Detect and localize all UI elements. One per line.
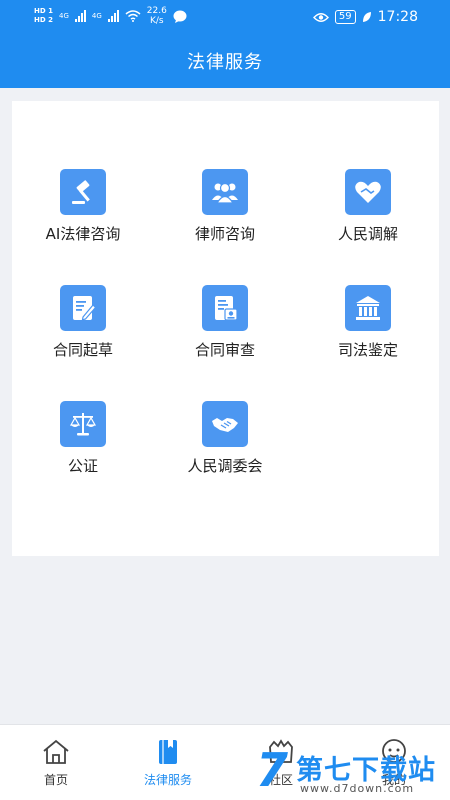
tab-legal-services[interactable]: 法律服务 [112,737,224,788]
network-speed: 22.6 K/s [147,6,167,26]
heart-handshake-icon [345,169,391,215]
hd-indicators: HD 1 HD 2 [34,7,53,25]
speed-value: 22.6 [146,6,167,16]
network2-label: 4G [91,12,102,20]
hd2-label: HD 2 [34,16,53,24]
signal2-icon [107,10,119,22]
wifi-icon [125,10,141,22]
service-lawyer-consult[interactable]: 律师咨询 [154,169,296,259]
speed-unit: K/s [149,16,164,26]
app-header: HD 1 HD 2 4G 4G 22.6 K/s 59 17:28 法律服务 [0,0,450,88]
tab-label: 首页 [43,773,68,787]
watermark-url: www.d7down.com [300,782,415,795]
status-bar: HD 1 HD 2 4G 4G 22.6 K/s 59 17:28 [0,0,450,34]
service-label: 合同审查 [194,341,255,359]
service-label: 司法鉴定 [337,341,398,359]
watermark-seven-icon: 7 [256,743,289,797]
signal1-icon [74,10,86,22]
network1-label: 4G [58,12,69,20]
page-title: 法律服务 [187,52,263,73]
gavel-icon [60,169,106,215]
service-label: 律师咨询 [194,225,255,243]
service-people-mediation[interactable]: 人民调解 [297,169,439,259]
tab-home[interactable]: 首页 [0,737,112,788]
law-book-icon [159,740,177,764]
service-label: AI法律咨询 [45,225,121,243]
service-notarization[interactable]: 公证 [12,401,154,491]
battery-level: 59 [334,10,356,24]
chat-icon [173,10,187,23]
home-icon [43,739,69,764]
handshake-icon [202,401,248,447]
document-edit-icon [60,285,106,331]
service-contract-review[interactable]: 合同审查 [154,285,296,375]
service-judicial-appraisal[interactable]: 司法鉴定 [297,285,439,375]
service-mediation-committee[interactable]: 人民调委会 [154,401,296,491]
service-label: 人民调委会 [187,457,263,475]
hd1-label: HD 1 [34,7,53,15]
services-card: AI法律咨询 律师咨询 人民调解 合同起草 合同审查 司法鉴定 公证 人民调委会 [12,101,439,556]
service-label: 人民调解 [337,225,398,243]
courthouse-icon [345,285,391,331]
clock: 17:28 [377,9,418,25]
service-contract-draft[interactable]: 合同起草 [12,285,154,375]
lawyers-icon [202,169,248,215]
service-label: 公证 [67,457,98,475]
leaf-icon [362,12,371,22]
service-label: 合同起草 [52,341,113,359]
eye-icon [312,12,329,22]
service-ai-legal-consult[interactable]: AI法律咨询 [12,169,154,259]
document-review-icon [202,285,248,331]
watermark-logo: 7 第七下载站 www.d7down.com [256,744,450,800]
scales-icon [60,401,106,447]
tab-label: 法律服务 [143,773,192,787]
